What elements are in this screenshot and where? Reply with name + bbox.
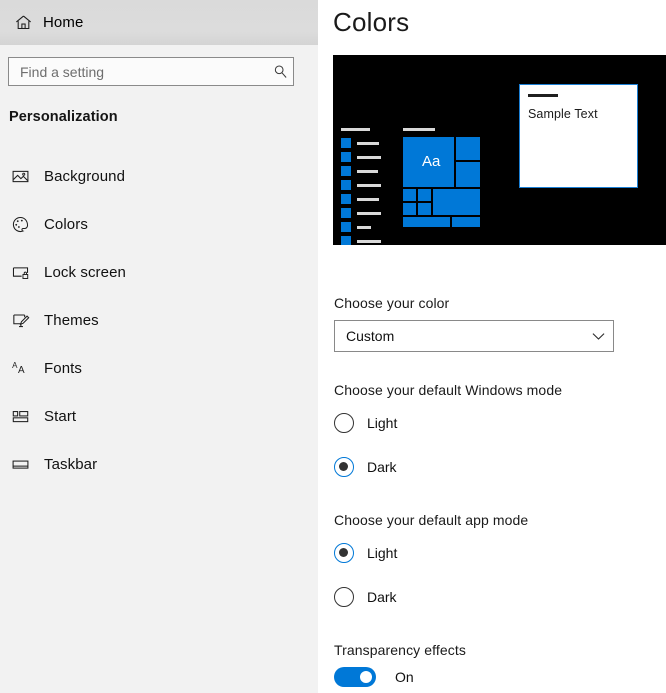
sidebar-item-fonts[interactable]: A A Fonts: [0, 344, 318, 392]
preview-applist-row: [341, 138, 381, 148]
preview-sample-window: Sample Text: [519, 84, 638, 188]
preview-sample-window-titlebar: [528, 94, 558, 97]
sidebar-item-label: Lock screen: [44, 263, 126, 281]
sidebar-item-start[interactable]: Start: [0, 392, 318, 440]
preview-applist-row: [341, 208, 381, 218]
preview-tile-medium: [456, 162, 480, 187]
preview-tile-wide: [433, 189, 480, 215]
radio-icon: [334, 587, 354, 607]
sidebar-item-colors[interactable]: Colors: [0, 200, 318, 248]
preview-tiles-header-bar: [403, 128, 435, 131]
settings-window: Home Personalization: [0, 0, 666, 693]
home-icon: [12, 12, 34, 34]
preview-applist-line: [357, 240, 381, 243]
windows-mode-radio-light[interactable]: Light: [334, 412, 397, 434]
preview-tile-bottom: [403, 217, 450, 227]
sidebar: Home Personalization: [0, 0, 318, 693]
palette-icon: [9, 213, 31, 235]
preview-applist-square: [341, 222, 351, 232]
section-title: Personalization: [9, 109, 118, 125]
preview-tile-small: [418, 203, 431, 215]
preview-applist-square: [341, 236, 351, 245]
home-nav-button[interactable]: Home: [0, 0, 318, 45]
transparency-effects-toggle-row[interactable]: On: [334, 666, 414, 688]
app-mode-label: Choose your default app mode: [334, 512, 529, 528]
lock-screen-icon: [9, 261, 31, 283]
preview-applist-line: [357, 170, 378, 173]
preview-tile-medium: [456, 137, 480, 160]
radio-label: Dark: [367, 589, 397, 605]
content-pane: Colors Aa Sample Text Choose your color …: [318, 0, 666, 693]
svg-text:A: A: [18, 364, 25, 375]
search-box[interactable]: [8, 57, 294, 86]
radio-label: Light: [367, 415, 398, 431]
preview-applist-line: [357, 212, 381, 215]
preview-applist-row: [341, 180, 381, 190]
windows-mode-label: Choose your default Windows mode: [334, 382, 563, 398]
choose-color-selected-value: Custom: [346, 328, 395, 344]
sidebar-item-themes[interactable]: Themes: [0, 296, 318, 344]
radio-icon: [334, 413, 354, 433]
sidebar-item-taskbar[interactable]: Taskbar: [0, 440, 318, 488]
page-title: Colors: [333, 7, 410, 37]
home-label: Home: [43, 14, 84, 31]
sidebar-item-label: Colors: [44, 215, 88, 233]
preview-tile-small: [418, 189, 431, 201]
taskbar-icon: [9, 453, 31, 475]
preview-applist-line: [357, 156, 381, 159]
preview-applist-line: [357, 142, 379, 145]
windows-mode-radio-dark[interactable]: Dark: [334, 456, 397, 478]
radio-label: Light: [367, 545, 398, 561]
color-preview: Aa Sample Text: [333, 55, 666, 245]
preview-tile-small: [403, 203, 416, 215]
sidebar-item-label: Start: [44, 407, 77, 425]
radio-icon-selected: [334, 543, 354, 563]
preview-applist-row: [341, 222, 381, 232]
radio-label: Dark: [367, 459, 397, 475]
sidebar-item-label: Themes: [44, 311, 99, 329]
transparency-effects-label: Transparency effects: [334, 642, 466, 658]
sidebar-nav-list: Background Colors Lock screen Themes A A…: [0, 152, 318, 488]
sidebar-item-label: Fonts: [44, 359, 83, 377]
preview-tile-small: [403, 189, 416, 201]
preview-tile-text: Aa: [422, 153, 441, 170]
radio-icon-selected: [334, 457, 354, 477]
search-icon[interactable]: [267, 58, 293, 85]
preview-applist-square: [341, 180, 351, 190]
choose-color-dropdown[interactable]: Custom: [334, 320, 614, 352]
app-mode-radio-dark[interactable]: Dark: [334, 586, 397, 608]
choose-color-label: Choose your color: [334, 295, 450, 311]
search-input[interactable]: [9, 58, 267, 85]
chevron-down-icon: [583, 332, 613, 341]
preview-applist-row: [341, 152, 381, 162]
transparency-effects-toggle[interactable]: [334, 667, 376, 687]
brush-icon: [9, 309, 31, 331]
preview-applist-line: [357, 198, 379, 201]
preview-applist-square: [341, 194, 351, 204]
preview-applist-row: [341, 166, 381, 176]
preview-applist-line: [357, 226, 371, 229]
preview-applist-row: [341, 236, 381, 245]
preview-applist-header-bar: [341, 128, 370, 131]
sidebar-item-lock-screen[interactable]: Lock screen: [0, 248, 318, 296]
preview-applist-square: [341, 138, 351, 148]
app-mode-radio-light[interactable]: Light: [334, 542, 397, 564]
preview-tile-bottom: [452, 217, 480, 227]
image-icon: [9, 165, 31, 187]
preview-applist-square: [341, 208, 351, 218]
sidebar-item-background[interactable]: Background: [0, 152, 318, 200]
preview-applist-square: [341, 166, 351, 176]
preview-applist-line: [357, 184, 381, 187]
preview-sample-window-text: Sample Text: [528, 107, 598, 121]
transparency-effects-state: On: [395, 669, 414, 685]
preview-applist-row: [341, 194, 381, 204]
fonts-aa-icon: A A: [9, 357, 31, 379]
sidebar-item-label: Background: [44, 167, 126, 185]
start-tiles-icon: [9, 405, 31, 427]
sidebar-item-label: Taskbar: [44, 455, 98, 473]
preview-applist-square: [341, 152, 351, 162]
